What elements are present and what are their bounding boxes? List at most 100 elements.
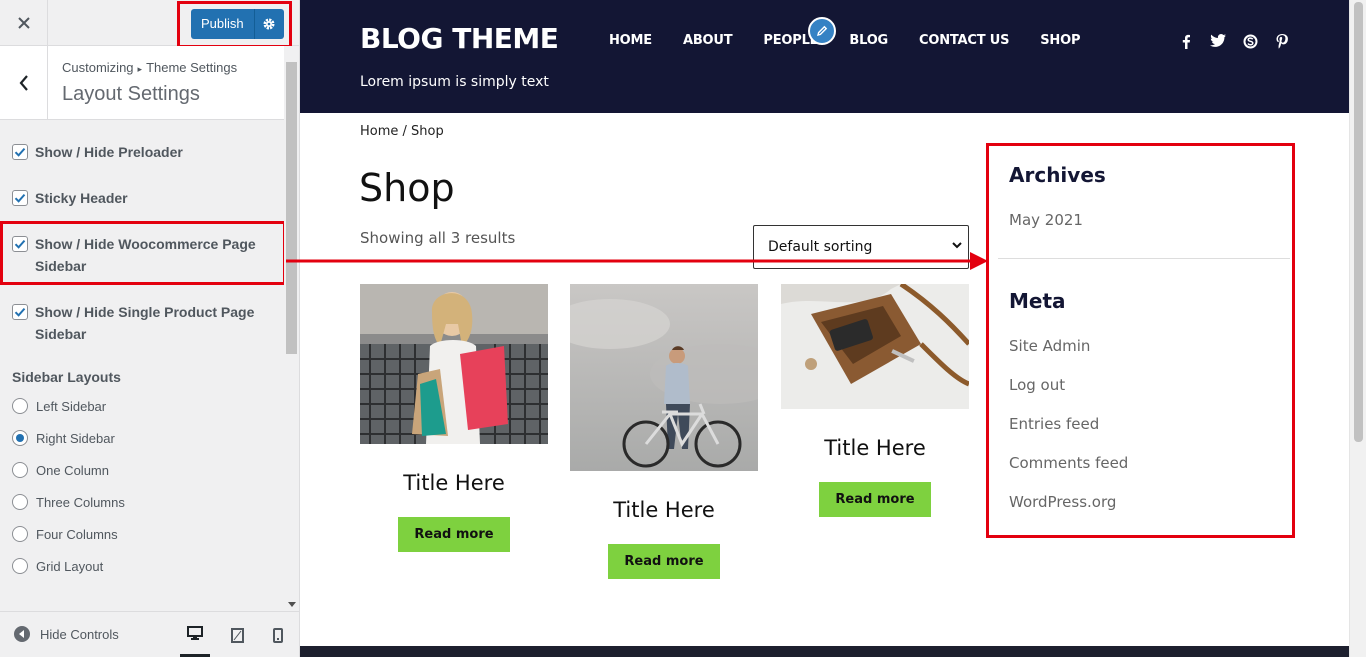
radio-button[interactable] bbox=[12, 558, 28, 574]
checkbox-preloader[interactable]: Show / Hide Preloader bbox=[12, 141, 272, 163]
product-title[interactable]: Title Here bbox=[570, 498, 758, 522]
scroll-down-arrow-icon[interactable] bbox=[288, 602, 296, 607]
customizer-footer: Hide Controls bbox=[0, 611, 299, 657]
chevron-down-icon bbox=[952, 242, 962, 249]
product-image-man-bicycle[interactable] bbox=[570, 284, 758, 471]
breadcrumb-root: Customizing bbox=[62, 60, 134, 75]
skype-icon[interactable] bbox=[1234, 34, 1266, 49]
nav-contact-us[interactable]: CONTACT US bbox=[919, 33, 1009, 48]
preview-scrollbar[interactable] bbox=[1349, 0, 1366, 657]
breadcrumb-current: Shop bbox=[411, 124, 444, 139]
radio-one-column[interactable]: One Column bbox=[12, 462, 109, 478]
site-tagline: Lorem ipsum is simply text bbox=[360, 74, 549, 90]
widget-divider bbox=[998, 258, 1290, 259]
sort-selected-value: Default sorting bbox=[768, 239, 873, 255]
customizer-header: Publish bbox=[0, 0, 299, 46]
radio-label: Left Sidebar bbox=[36, 398, 107, 414]
scrollbar-thumb[interactable] bbox=[286, 62, 297, 354]
nav-about[interactable]: ABOUT bbox=[683, 33, 733, 48]
radio-label: Four Columns bbox=[36, 526, 118, 542]
customizer-scrollbar[interactable] bbox=[284, 46, 299, 611]
radio-right-sidebar[interactable]: Right Sidebar bbox=[12, 430, 115, 446]
pencil-icon bbox=[817, 25, 828, 36]
radio-button[interactable] bbox=[12, 494, 28, 510]
radio-left-sidebar[interactable]: Left Sidebar bbox=[12, 398, 106, 414]
twitter-icon[interactable] bbox=[1202, 34, 1234, 49]
preview-scrollbar-thumb[interactable] bbox=[1354, 2, 1363, 442]
checkbox-woocommerce-sidebar[interactable]: Show / Hide Woocommerce Page Sidebar bbox=[12, 233, 272, 277]
radio-button-selected[interactable] bbox=[12, 430, 28, 446]
checkbox-single-product-sidebar[interactable]: Show / Hide Single Product Page Sidebar bbox=[12, 301, 272, 345]
product-image-shopping-woman[interactable] bbox=[360, 284, 548, 444]
sidebar-layouts-title: Sidebar Layouts bbox=[12, 369, 121, 385]
checkbox-checked-icon[interactable] bbox=[12, 144, 28, 160]
breadcrumb-separator: / bbox=[398, 124, 412, 139]
radio-grid-layout[interactable]: Grid Layout bbox=[12, 558, 103, 574]
read-more-button[interactable]: Read more bbox=[398, 517, 510, 552]
archive-link[interactable]: May 2021 bbox=[1009, 211, 1083, 229]
checkbox-sticky-header[interactable]: Sticky Header bbox=[12, 187, 272, 209]
checkbox-label: Show / Hide Single Product Page Sidebar bbox=[35, 304, 255, 342]
radio-label: Grid Layout bbox=[36, 558, 104, 574]
site-header: BLOG THEME Lorem ipsum is simply text HO… bbox=[300, 0, 1349, 113]
product-title[interactable]: Title Here bbox=[360, 471, 548, 495]
meta-link-site-admin[interactable]: Site Admin bbox=[1009, 337, 1090, 355]
sort-select[interactable]: Default sorting bbox=[753, 225, 969, 269]
checkbox-checked-icon[interactable] bbox=[12, 304, 28, 320]
meta-link-log-out[interactable]: Log out bbox=[1009, 376, 1065, 394]
pinterest-icon[interactable] bbox=[1266, 34, 1298, 49]
read-more-button[interactable]: Read more bbox=[819, 482, 931, 517]
close-icon bbox=[17, 17, 30, 29]
device-desktop-button[interactable] bbox=[180, 612, 210, 657]
checkbox-label: Show / Hide Woocommerce Page Sidebar bbox=[35, 236, 256, 274]
publish-settings-button[interactable] bbox=[253, 9, 284, 39]
hide-controls-button[interactable]: Hide Controls bbox=[14, 626, 119, 642]
close-customizer-button[interactable] bbox=[0, 0, 48, 46]
shop-breadcrumb: Home / Shop bbox=[360, 124, 444, 139]
checkbox-label: Show / Hide Preloader bbox=[35, 144, 183, 160]
radio-label: Three Columns bbox=[36, 494, 125, 510]
meta-link-wordpress-org[interactable]: WordPress.org bbox=[1009, 493, 1116, 511]
back-button[interactable] bbox=[0, 46, 48, 119]
nav-blog[interactable]: BLOG bbox=[849, 33, 888, 48]
facebook-icon[interactable] bbox=[1170, 34, 1202, 49]
site-footer-edge bbox=[300, 646, 1349, 657]
meta-link-comments-feed[interactable]: Comments feed bbox=[1009, 454, 1128, 472]
page-title: Shop bbox=[359, 166, 455, 210]
device-mobile-button[interactable] bbox=[263, 612, 293, 657]
tablet-icon bbox=[230, 627, 244, 643]
radio-button[interactable] bbox=[12, 526, 28, 542]
breadcrumb-home-link[interactable]: Home bbox=[360, 124, 398, 139]
device-tablet-button[interactable] bbox=[222, 612, 252, 657]
customizer-breadcrumb: Customizing ▸ Theme Settings bbox=[62, 60, 237, 75]
controls-scroll-area: Show / Hide Preloader Sticky Header Show… bbox=[0, 121, 284, 611]
site-title[interactable]: BLOG THEME bbox=[360, 22, 559, 55]
checkbox-checked-icon[interactable] bbox=[12, 236, 28, 252]
read-more-button[interactable]: Read more bbox=[608, 544, 720, 579]
social-links bbox=[1170, 34, 1298, 49]
radio-label: One Column bbox=[36, 462, 109, 478]
edit-shortcut-button[interactable] bbox=[808, 17, 836, 45]
nav-home[interactable]: HOME bbox=[609, 33, 652, 48]
meta-link-entries-feed[interactable]: Entries feed bbox=[1009, 415, 1099, 433]
radio-three-columns[interactable]: Three Columns bbox=[12, 494, 125, 510]
customizer-sidebar: Publish Customizing ▸ Theme Settings Layou… bbox=[0, 0, 300, 657]
archives-widget-title: Archives bbox=[1009, 163, 1106, 187]
product-card: Title Here Read more bbox=[570, 284, 758, 579]
radio-four-columns[interactable]: Four Columns bbox=[12, 526, 118, 542]
hide-controls-label: Hide Controls bbox=[40, 626, 119, 642]
gear-icon bbox=[263, 18, 275, 30]
breadcrumb-separator: ▸ bbox=[137, 64, 143, 74]
radio-button[interactable] bbox=[12, 462, 28, 478]
product-title[interactable]: Title Here bbox=[781, 436, 969, 460]
mobile-icon bbox=[273, 627, 283, 643]
panel-heading: Layout Settings bbox=[62, 83, 200, 105]
checkbox-label: Sticky Header bbox=[35, 190, 128, 206]
checkbox-checked-icon[interactable] bbox=[12, 190, 28, 206]
publish-button[interactable]: Publish bbox=[191, 9, 254, 39]
nav-shop[interactable]: SHOP bbox=[1040, 33, 1080, 48]
radio-button[interactable] bbox=[12, 398, 28, 414]
site-preview: BLOG THEME Lorem ipsum is simply text HO… bbox=[300, 0, 1349, 657]
panel-title-section: Customizing ▸ Theme Settings Layout Settin… bbox=[0, 46, 284, 120]
product-image-leather-bag[interactable] bbox=[781, 284, 969, 409]
